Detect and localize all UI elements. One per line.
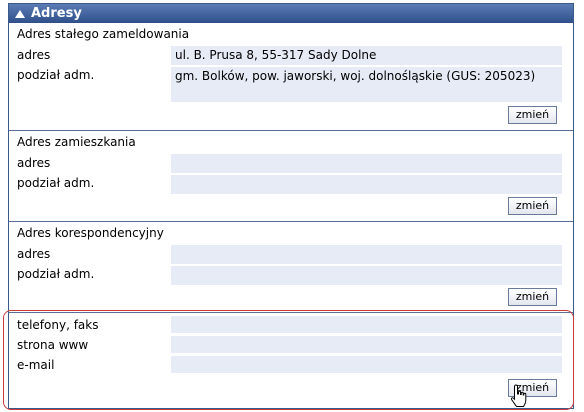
- phone-fax-value: [171, 316, 562, 333]
- permanent-address-value: ul. B. Prusa 8, 55-317 Sady Dolne: [171, 46, 562, 65]
- residence-division-value: [171, 175, 562, 194]
- change-permanent-button[interactable]: zmień: [508, 106, 557, 124]
- collapse-triangle-icon[interactable]: [15, 9, 25, 18]
- section-title-permanent: Adres stałego zameldowania: [17, 27, 190, 41]
- website-label: strona www: [17, 338, 89, 352]
- section-divider: [9, 221, 573, 222]
- residence-address-value: [171, 154, 562, 173]
- email-value: [171, 356, 562, 373]
- section-title-correspondence: Adres korespondencyjny: [17, 226, 164, 240]
- hand-pointer-icon: [510, 384, 527, 407]
- permanent-division-value: gm. Bolków, pow. jaworski, woj. dolnoślą…: [171, 67, 562, 102]
- change-correspondence-button[interactable]: zmień: [508, 288, 557, 306]
- panel-header[interactable]: Adresy: [9, 4, 573, 23]
- correspondence-division-label: podział adm.: [17, 267, 95, 281]
- residence-division-label: podział adm.: [17, 176, 95, 190]
- residence-address-label: adres: [17, 156, 51, 170]
- change-residence-button[interactable]: zmień: [508, 197, 557, 215]
- section-divider: [9, 130, 573, 131]
- correspondence-division-value: [171, 266, 562, 285]
- panel-title: Adresy: [31, 6, 82, 21]
- website-value: [171, 336, 562, 353]
- addresses-panel: Adresy Adres stałego zameldowania adres …: [8, 3, 574, 409]
- section-title-residence: Adres zamieszkania: [17, 135, 136, 149]
- section-divider: [9, 312, 573, 313]
- email-label: e-mail: [17, 358, 55, 372]
- correspondence-address-value: [171, 245, 562, 264]
- correspondence-address-label: adres: [17, 247, 51, 261]
- permanent-address-label: adres: [17, 48, 51, 62]
- phone-fax-label: telefony, faks: [17, 318, 99, 332]
- permanent-division-label: podział adm.: [17, 68, 95, 82]
